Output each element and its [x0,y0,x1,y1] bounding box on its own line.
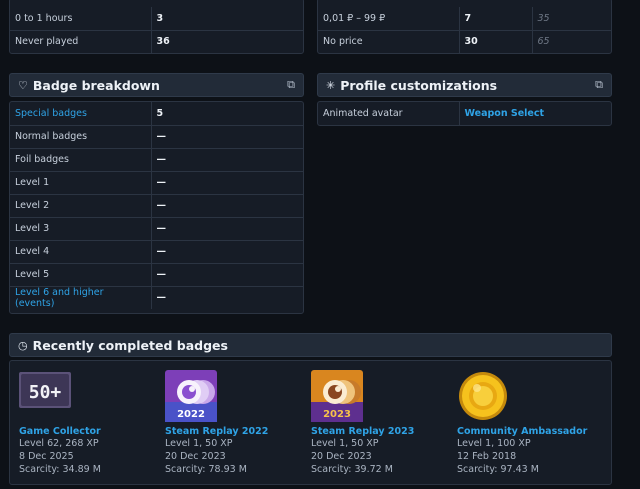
badge-date: 12 Feb 2018 [457,451,517,462]
price-range-table: 0,01 ₽ – 99 ₽ 7 35 No price 30 65 [317,0,612,54]
badge-image-text: 50+ [29,382,62,403]
row-label: Level 2 [10,194,151,218]
badge-scarcity: Scarcity: 97.43 M [457,464,539,475]
badge-date: 8 Dec 2025 [19,451,74,462]
table-row: Level 4 — [10,240,303,264]
badge-name[interactable]: Community Ambassador [457,426,597,437]
row-value: 5 [150,102,303,126]
row-value: — [150,194,303,218]
badge-scarcity: Scarcity: 78.93 M [165,464,247,475]
row-label: 0 to 1 hours [10,7,151,31]
badge-card[interactable]: Community Ambassador Level 1, 100 XP 12 … [457,370,597,476]
table-row: Level 5 — [10,263,303,287]
sparkle-icon: ✳ [326,78,336,92]
table-row: Level 1 — [10,171,303,195]
row-label: Level 1 [10,171,151,195]
badge-scarcity: Scarcity: 39.72 M [311,464,393,475]
badge-image-text: 2023 [323,409,351,420]
badge-card[interactable]: 2022 Steam Replay 2022 Level 1, 50 XP 20… [165,370,305,476]
section-title: Recently completed badges [32,337,228,353]
community-ambassador-badge-icon [457,370,509,422]
row-label: 0,01 ₽ – 99 ₽ [318,7,459,31]
steam-replay-2023-badge-icon: 2023 [311,370,363,422]
level-6-link[interactable]: Level 6 and higher (events) [10,286,151,309]
badge-name[interactable]: Steam Replay 2022 [165,426,305,437]
row-value: — [150,148,303,172]
profile-customizations-header: ✳ Profile customizations ⧉ [317,73,612,97]
hours-played-table: 0 to 1 hours 3 Never played 36 [9,0,304,54]
game-collector-badge-icon: 50+ [19,370,71,422]
badge-level: Level 1, 100 XP [457,438,531,449]
row-percent: 65 [531,30,611,53]
table-row: Never played 36 [10,30,303,53]
row-value: — [150,171,303,195]
row-label: Never played [15,36,79,48]
external-link-icon[interactable]: ⧉ [595,78,603,92]
section-title: Profile customizations [340,77,498,93]
row-value: — [150,263,303,287]
row-value: — [150,286,303,309]
row-percent: 35 [531,7,611,31]
row-value: — [150,217,303,241]
recent-badges-header: ◷ Recently completed badges [9,333,612,357]
badge-breakdown-table: Special badges 5 Normal badges — Foil ba… [9,101,304,314]
row-value: 7 [458,7,532,31]
special-badges-link[interactable]: Special badges [10,102,151,126]
badge-level: Level 62, 268 XP [19,438,99,449]
badge-date: 20 Dec 2023 [311,451,372,462]
row-label: Level 3 [10,217,151,241]
badge-level: Level 1, 50 XP [165,438,233,449]
row-value: — [150,125,303,149]
animated-avatar-link[interactable]: Weapon Select [458,102,611,125]
table-row: Level 2 — [10,194,303,218]
badge-name[interactable]: Steam Replay 2023 [311,426,451,437]
row-value: 30 [458,30,532,53]
badge-card[interactable]: 50+ Game Collector Level 62, 268 XP 8 De… [19,370,159,476]
row-label: Normal badges [10,125,151,149]
badge-date: 20 Dec 2023 [165,451,226,462]
badge-card[interactable]: 2023 Steam Replay 2023 Level 1, 50 XP 20… [311,370,451,476]
table-row: 0 to 1 hours 3 [10,7,303,31]
row-label: No price [323,36,363,48]
row-value: 36 [150,30,303,53]
table-row: Special badges 5 [10,102,303,126]
badge-level: Level 1, 50 XP [311,438,379,449]
table-row: Foil badges — [10,148,303,172]
row-value: 3 [150,7,303,31]
table-row: No price 30 65 [318,30,611,53]
badge-breakdown-header: ♡ Badge breakdown ⧉ [9,73,304,97]
section-title: Badge breakdown [32,77,160,93]
profile-customizations-table: Animated avatar Weapon Select [317,101,612,126]
table-row: Animated avatar Weapon Select [318,102,611,125]
row-label: Level 4 [10,240,151,264]
row-label: Foil badges [10,148,151,172]
clock-icon: ◷ [18,338,28,352]
badge-image-text: 2022 [177,409,205,420]
steam-replay-2022-badge-icon: 2022 [165,370,217,422]
table-row: Normal badges — [10,125,303,149]
table-row: 0,01 ₽ – 99 ₽ 7 35 [318,7,611,31]
recent-badges-panel: 50+ Game Collector Level 62, 268 XP 8 De… [9,360,612,485]
badge-scarcity: Scarcity: 34.89 M [19,464,101,475]
external-link-icon[interactable]: ⧉ [287,78,295,92]
table-row: Level 3 — [10,217,303,241]
row-label: Animated avatar [323,108,403,119]
row-value: — [150,240,303,264]
table-row: Level 6 and higher (events) — [10,286,303,309]
row-label: Level 5 [10,263,151,287]
badge-name[interactable]: Game Collector [19,426,159,437]
badge-outline-icon: ♡ [18,78,28,92]
